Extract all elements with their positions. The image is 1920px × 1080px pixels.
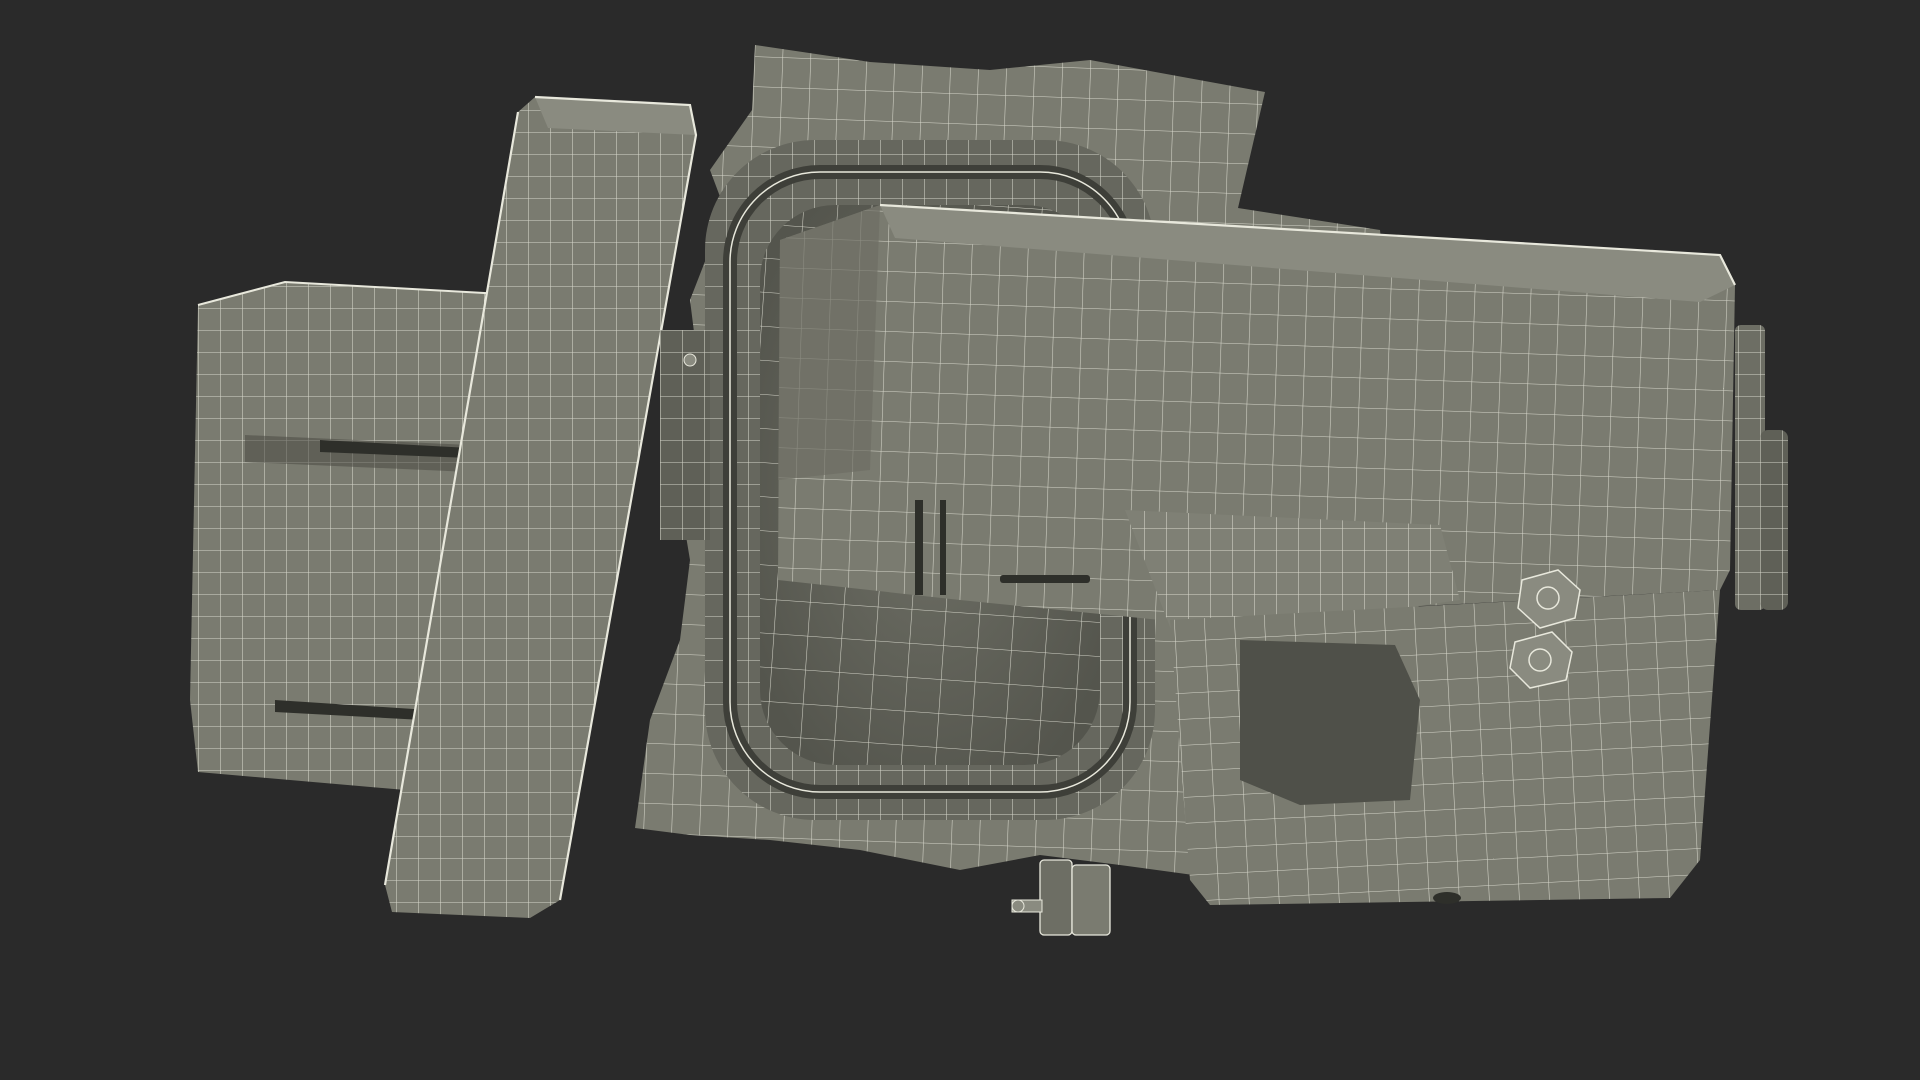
render-viewport: [0, 0, 1920, 1080]
lower-arm: [1170, 590, 1720, 905]
hoop-clamp: [1011, 859, 1111, 936]
wireframe-model: [190, 45, 1788, 936]
machine-body: [778, 203, 1736, 640]
handwheel: [1735, 325, 1788, 610]
bar-bracket: [660, 330, 710, 540]
